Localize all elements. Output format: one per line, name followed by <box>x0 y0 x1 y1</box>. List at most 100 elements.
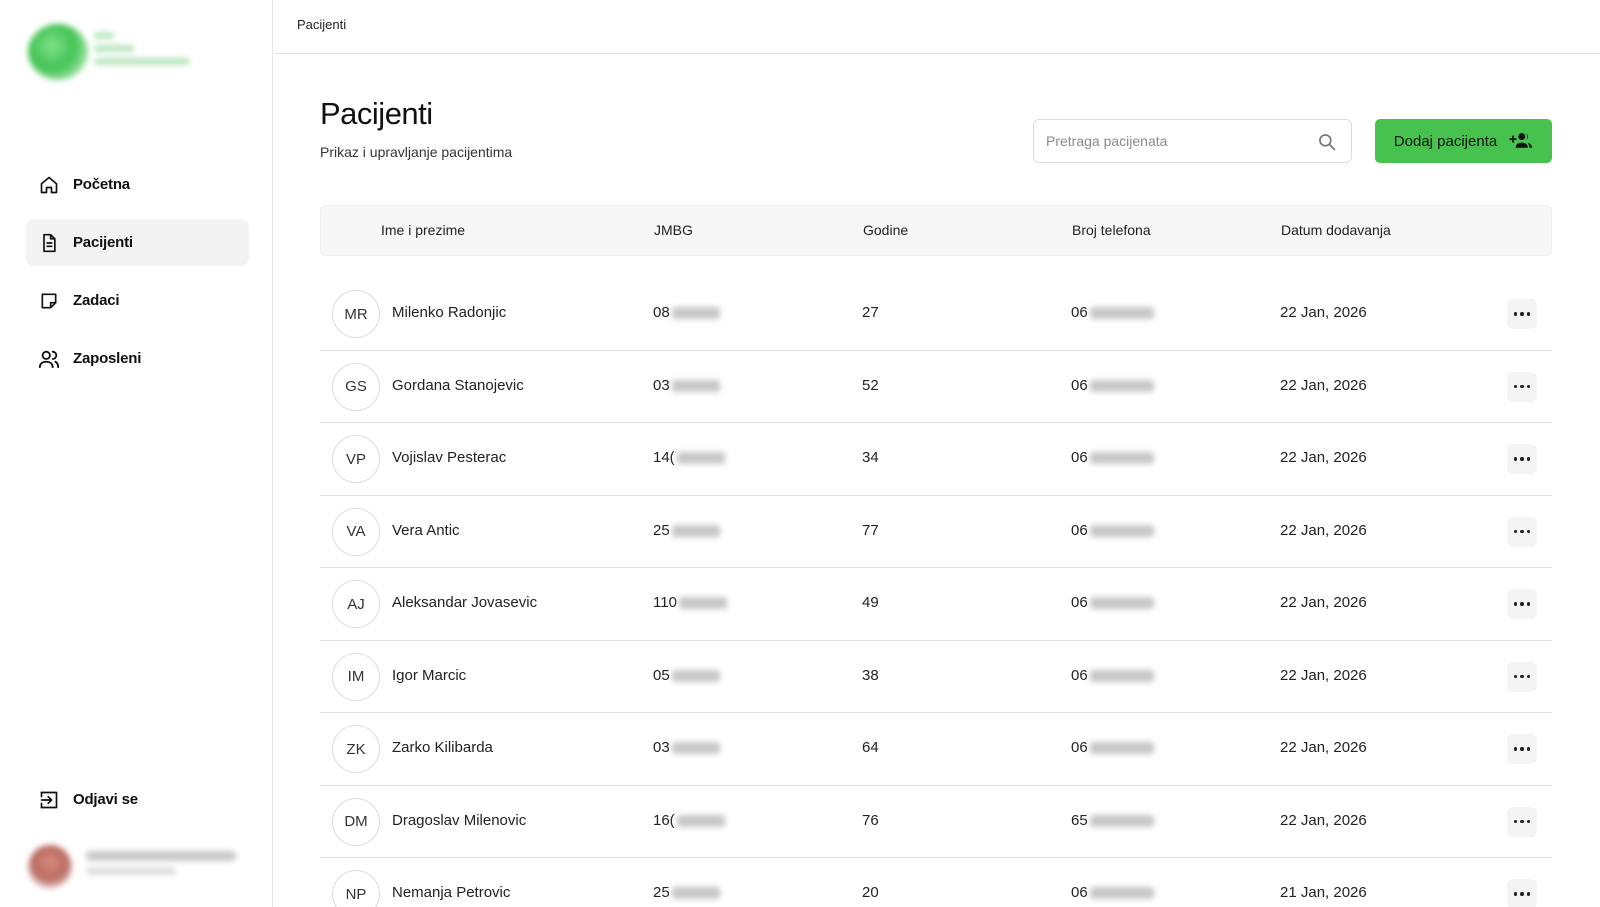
patient-date-added: 22 Jan, 2026 <box>1280 666 1367 684</box>
app-logo[interactable] <box>24 20 194 82</box>
patient-name: Milenko Radonjic <box>392 304 507 321</box>
patient-date-added: 22 Jan, 2026 <box>1280 449 1367 466</box>
patient-age: 20 <box>862 884 879 901</box>
patient-phone: 06 <box>1071 739 1154 756</box>
patient-age: 38 <box>862 666 879 684</box>
patient-phone: 06 <box>1071 884 1154 901</box>
more-options-icon[interactable] <box>1507 806 1537 837</box>
patient-date-added: 22 Jan, 2026 <box>1280 811 1367 829</box>
sidebar-item-zadaci[interactable]: Zadaci <box>26 277 249 324</box>
patient-name: Dragoslav Milenovic <box>392 811 527 829</box>
table-row[interactable]: DM Dragoslav Milenovic 16( 76 65 22 Jan,… <box>320 786 1552 858</box>
avatar: DM <box>332 797 380 846</box>
search-input[interactable] <box>1034 120 1304 162</box>
sidebar-item-label: Zadaci <box>73 292 120 309</box>
sidebar-item-label: Zaposleni <box>73 350 142 367</box>
patient-age: 49 <box>862 594 879 611</box>
sidebar-nav: Početna Pacijenti Zadaci Zaposleni <box>26 161 249 393</box>
patient-jmbg: 03 <box>653 739 720 756</box>
sidebar-item-label: Pacijenti <box>73 234 133 251</box>
sidebar: Početna Pacijenti Zadaci Zaposleni Odjav… <box>0 0 273 907</box>
patient-date-added: 22 Jan, 2026 <box>1280 304 1367 321</box>
sidebar-item-label: Početna <box>73 176 130 193</box>
more-options-icon[interactable] <box>1507 734 1537 764</box>
more-options-icon[interactable] <box>1507 661 1537 692</box>
add-patient-label: Dodaj pacijenta <box>1393 132 1498 150</box>
patient-jmbg: 16( <box>653 812 725 829</box>
home-icon <box>38 174 60 196</box>
table-row[interactable]: AJ Aleksandar Jovasevic 110 49 06 22 Jan… <box>320 568 1552 641</box>
more-options-icon[interactable] <box>1507 299 1537 329</box>
column-header-jmbg[interactable]: JMBG <box>654 222 693 238</box>
patient-name: Gordana Stanojevic <box>392 376 524 394</box>
patient-phone: 06 <box>1071 449 1154 466</box>
page-subtitle: Prikaz i upravljanje pacijentima <box>320 144 513 160</box>
patient-jmbg: 14( <box>653 449 725 466</box>
patient-name: Nemanja Petrovic <box>392 884 511 901</box>
avatar: VA <box>332 507 380 556</box>
patient-age: 27 <box>862 304 879 321</box>
users-icon <box>38 348 60 370</box>
table-row[interactable]: IM Igor Marcic 05 38 06 22 Jan, 2026 <box>320 641 1552 713</box>
patient-name: Vera Antic <box>392 521 460 539</box>
avatar: NP <box>332 870 380 907</box>
patient-date-added: 22 Jan, 2026 <box>1280 739 1367 756</box>
column-header-date[interactable]: Datum dodavanja <box>1281 222 1391 238</box>
user-info <box>86 851 236 881</box>
more-options-icon[interactable] <box>1507 444 1537 474</box>
patients-table-body: MR Milenko Radonjic 08 27 06 22 Jan, 202… <box>320 278 1552 907</box>
table-row[interactable]: VP Vojislav Pesterac 14( 34 06 22 Jan, 2… <box>320 423 1552 496</box>
add-user-icon <box>1507 131 1533 152</box>
patient-name: Zarko Kilibarda <box>392 739 493 756</box>
table-row[interactable]: NP Nemanja Petrovic 25 20 06 21 Jan, 202… <box>320 858 1552 907</box>
patient-jmbg: 110 <box>653 594 727 611</box>
table-row[interactable]: MR Milenko Radonjic 08 27 06 22 Jan, 202… <box>320 278 1552 351</box>
table-row[interactable]: VA Vera Antic 25 77 06 22 Jan, 2026 <box>320 496 1552 568</box>
patient-name: Aleksandar Jovasevic <box>392 594 538 611</box>
user-profile[interactable] <box>28 845 238 889</box>
avatar: VP <box>332 435 380 483</box>
column-header-age[interactable]: Godine <box>863 222 908 238</box>
patient-phone: 06 <box>1071 667 1154 684</box>
search-box <box>1033 119 1352 163</box>
patient-phone: 06 <box>1071 522 1154 539</box>
patient-name: Vojislav Pesterac <box>392 449 507 466</box>
patient-phone: 06 <box>1071 304 1154 321</box>
avatar: IM <box>332 652 380 701</box>
patient-date-added: 22 Jan, 2026 <box>1280 376 1367 394</box>
patient-age: 64 <box>862 739 879 756</box>
table-row[interactable]: ZK Zarko Kilibarda 03 64 06 22 Jan, 2026 <box>320 713 1552 786</box>
patient-age: 34 <box>862 449 879 466</box>
breadcrumb[interactable]: Pacijenti <box>297 17 346 32</box>
more-options-icon[interactable] <box>1507 371 1537 402</box>
topbar: Pacijenti <box>274 0 1600 54</box>
patient-phone: 06 <box>1071 594 1154 611</box>
patient-jmbg: 25 <box>653 884 720 901</box>
sticky-note-icon <box>38 290 60 312</box>
avatar: ZK <box>332 725 380 773</box>
more-options-icon[interactable] <box>1507 879 1537 907</box>
avatar: GS <box>332 362 380 411</box>
patient-age: 76 <box>862 811 879 829</box>
patient-jmbg: 25 <box>653 522 720 539</box>
patient-age: 77 <box>862 521 879 539</box>
search-icon[interactable] <box>1317 132 1337 152</box>
more-options-icon[interactable] <box>1507 589 1537 619</box>
logout-button[interactable]: Odjavi se <box>26 776 249 823</box>
patient-date-added: 22 Jan, 2026 <box>1280 521 1367 539</box>
patient-phone: 06 <box>1071 377 1154 394</box>
logout-label: Odjavi se <box>73 791 138 808</box>
document-icon <box>38 232 60 254</box>
sidebar-item-pacijenti[interactable]: Pacijenti <box>26 219 249 266</box>
patient-jmbg: 05 <box>653 667 720 684</box>
avatar: AJ <box>332 580 380 628</box>
patient-phone: 65 <box>1071 812 1154 829</box>
column-header-phone[interactable]: Broj telefona <box>1072 222 1151 238</box>
table-row[interactable]: GS Gordana Stanojevic 03 52 06 22 Jan, 2… <box>320 351 1552 423</box>
sidebar-item-pocetna[interactable]: Početna <box>26 161 249 208</box>
more-options-icon[interactable] <box>1507 516 1537 547</box>
sidebar-item-zaposleni[interactable]: Zaposleni <box>26 335 249 382</box>
patient-jmbg: 03 <box>653 377 720 394</box>
column-header-name[interactable]: Ime i prezime <box>381 222 465 238</box>
add-patient-button[interactable]: Dodaj pacijenta <box>1375 119 1552 163</box>
